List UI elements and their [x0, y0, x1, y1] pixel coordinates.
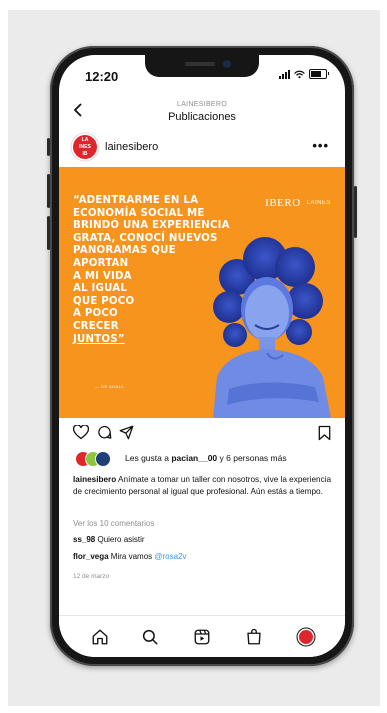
- search-icon[interactable]: [139, 626, 161, 648]
- send-icon[interactable]: [119, 425, 134, 440]
- post-image[interactable]: “Adentrarme en la economía social me bri…: [59, 167, 345, 418]
- volume-up-button: [47, 174, 50, 208]
- status-icons: [279, 69, 329, 79]
- brand-logos: IBERO LAINES: [265, 197, 331, 209]
- comment-mention[interactable]: @rosa2v: [154, 552, 186, 561]
- liker-avatar: [95, 451, 111, 467]
- laines-logo: LAINES: [306, 200, 331, 206]
- quote-signature: — DE ADALÍ,: [95, 384, 125, 389]
- signal-icon: [279, 69, 290, 79]
- woman-photo-illustration: [213, 237, 331, 418]
- likes-text[interactable]: Les gusta a pacian__00 y 6 personas más: [125, 453, 287, 463]
- comment-icon[interactable]: [97, 425, 112, 440]
- likes-row: Les gusta a pacian__00 y 6 personas más: [59, 451, 345, 469]
- comment-text: Quiero asistir: [95, 535, 145, 544]
- bottom-tab-bar: [59, 615, 345, 657]
- shop-icon[interactable]: [243, 626, 265, 648]
- status-time: 12:20: [85, 69, 119, 84]
- volume-down-button: [47, 216, 50, 250]
- wifi-icon: [294, 70, 305, 78]
- profile-icon[interactable]: [295, 626, 317, 648]
- avatar-text-2: INES: [79, 143, 91, 150]
- post-date: 12 de marzo: [73, 573, 110, 580]
- likes-user: pacian__00: [171, 453, 218, 463]
- quote-line: economía social me: [73, 207, 205, 219]
- front-camera: [223, 60, 231, 68]
- view-comments-link[interactable]: Ver los 10 comentarios: [73, 519, 154, 528]
- more-options-icon[interactable]: •••: [312, 138, 329, 153]
- notch: [145, 55, 259, 77]
- home-icon[interactable]: [89, 626, 111, 648]
- post-caption: lainesibero Anímate a tomar un taller co…: [73, 474, 333, 497]
- caption-user[interactable]: lainesibero: [73, 475, 116, 484]
- heart-icon[interactable]: [73, 425, 89, 440]
- page-header: LAINESIBERO Publicaciones: [59, 99, 345, 129]
- phone-frame: 12:20 LAINESIBERO Publicaciones LA INES …: [47, 46, 357, 666]
- quote-line: “Adentrarme en la: [73, 195, 199, 206]
- phone-screen: 12:20 LAINESIBERO Publicaciones LA INES …: [59, 55, 345, 657]
- speaker: [185, 62, 215, 66]
- comment-row: flor_vega Mira vamos @rosa2v: [73, 552, 187, 561]
- account-avatar[interactable]: LA INES IB: [73, 135, 97, 159]
- quote-line: brindó una experiencia: [73, 220, 230, 232]
- header-username: LAINESIBERO: [177, 101, 227, 108]
- likes-suffix: y 6 personas más: [217, 453, 287, 463]
- account-name[interactable]: lainesibero: [105, 141, 158, 153]
- comment-text: Mira vamos: [108, 552, 155, 561]
- post-account-row: LA INES IB lainesibero •••: [59, 133, 345, 163]
- comment-row: ss_98 Quiero asistir: [73, 535, 145, 544]
- avatar-text-3: IB: [82, 150, 88, 157]
- profile-avatar: [299, 630, 313, 644]
- reels-icon[interactable]: [191, 626, 213, 648]
- mute-switch: [47, 138, 50, 156]
- bookmark-icon[interactable]: [318, 425, 331, 441]
- comment-user[interactable]: flor_vega: [73, 552, 109, 561]
- power-button: [354, 186, 357, 238]
- page-title: Publicaciones: [168, 111, 236, 123]
- battery-icon: [309, 69, 329, 79]
- likes-prefix: Les gusta a: [125, 453, 172, 463]
- ibero-logo: IBERO: [265, 197, 301, 209]
- avatar-text-1: LA: [81, 136, 89, 143]
- liker-avatars: [75, 451, 115, 467]
- comment-user[interactable]: ss_98: [73, 535, 95, 544]
- post-actions: [59, 421, 345, 447]
